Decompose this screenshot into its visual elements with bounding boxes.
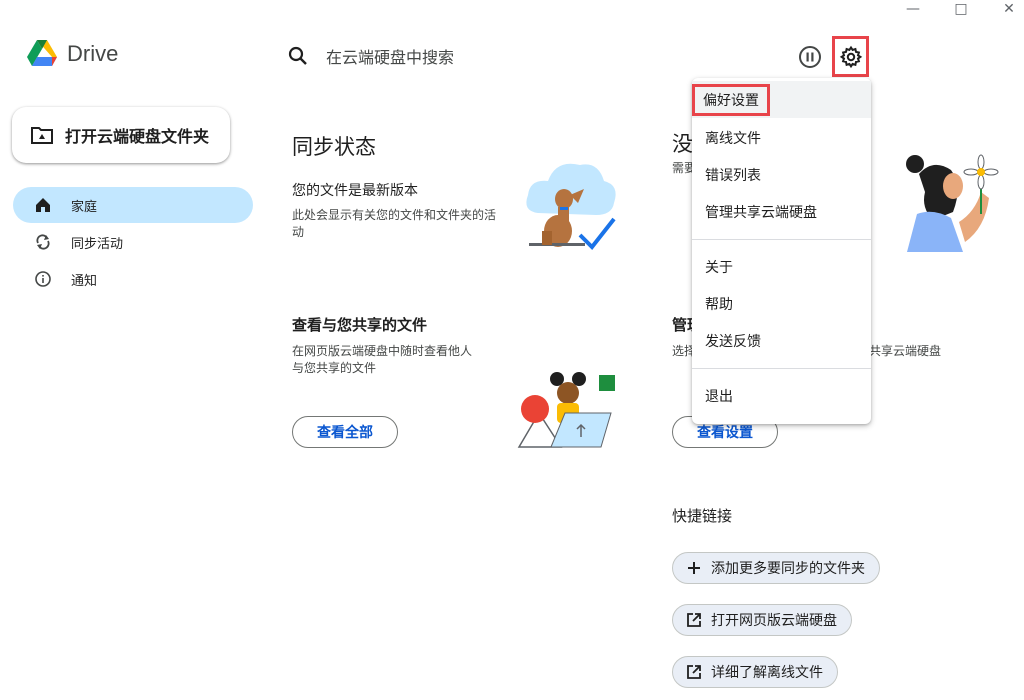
home-icon	[36, 198, 50, 212]
menu-item-label: 管理共享云端硬盘	[705, 204, 817, 221]
menu-item-label: 离线文件	[705, 130, 761, 147]
pause-sync-button[interactable]	[797, 44, 823, 70]
quick-links-heading: 快捷链接	[672, 507, 733, 525]
menu-item-label: 发送反馈	[705, 333, 761, 350]
menu-item-label: 帮助	[705, 296, 733, 313]
sync-status-title: 您的文件是最新版本	[292, 183, 418, 199]
shared-files-desc-2: 与您共享的文件	[292, 361, 377, 375]
menu-item-error-list[interactable]: 错误列表	[692, 156, 871, 193]
sync-status-heading: 同步状态	[292, 135, 376, 159]
menu-item-manage-shared-drives[interactable]: 管理共享云端硬盘	[692, 193, 871, 230]
open-drive-folder-label: 打开云端硬盘文件夹	[65, 127, 210, 146]
search-bar[interactable]: 在云端硬盘中搜索	[288, 44, 454, 68]
drive-logo-icon	[27, 40, 57, 66]
open-drive-folder-button[interactable]: 打开云端硬盘文件夹	[12, 107, 230, 163]
folder-drive-icon	[31, 127, 53, 144]
sidebar-item-label: 同步活动	[71, 236, 124, 252]
maximize-button[interactable]: □	[946, 0, 976, 18]
sidebar-item-notifications[interactable]: 通知	[13, 261, 253, 297]
minimize-button[interactable]: —	[898, 0, 928, 18]
settings-menu: 偏好设置 离线文件 错误列表 管理共享云端硬盘 关于 帮助 发送反馈 退出	[692, 78, 871, 424]
close-button[interactable]: ✕	[994, 0, 1024, 18]
sync-status-desc-1: 此处会显示有关您的文件和文件夹的活	[292, 208, 497, 222]
quick-link-learn-offline[interactable]: 详细了解离线文件	[672, 656, 838, 688]
menu-item-send-feedback[interactable]: 发送反馈	[692, 322, 871, 359]
gear-icon	[839, 45, 862, 68]
menu-item-preferences[interactable]: 偏好设置	[692, 81, 871, 118]
pause-icon	[799, 46, 821, 68]
quick-link-label: 详细了解离线文件	[711, 665, 823, 681]
app-name: Drive	[67, 40, 119, 66]
menu-item-label: 错误列表	[705, 167, 761, 184]
settings-button[interactable]	[832, 36, 869, 77]
shared-files-desc-1: 在网页版云端硬盘中随时查看他人	[292, 344, 473, 358]
quick-link-open-web-drive[interactable]: 打开网页版云端硬盘	[672, 604, 852, 636]
dog-illustration	[526, 163, 616, 251]
search-icon	[288, 46, 307, 65]
plus-icon	[688, 562, 700, 574]
search-input[interactable]: 在云端硬盘中搜索	[326, 44, 454, 68]
sidebar-item-label: 家庭	[71, 199, 98, 215]
sync-icon	[36, 234, 50, 250]
sidebar-item-sync-activity[interactable]: 同步活动	[13, 224, 253, 260]
info-icon	[35, 271, 51, 287]
manage-card-desc-right: 共享云端硬盘	[869, 344, 942, 358]
menu-item-offline-files[interactable]: 离线文件	[692, 119, 871, 156]
menu-item-label: 偏好设置	[692, 83, 770, 116]
menu-item-help[interactable]: 帮助	[692, 285, 871, 322]
menu-item-label: 关于	[705, 259, 733, 276]
quick-link-label: 添加更多要同步的文件夹	[711, 561, 865, 577]
app-logo: Drive	[27, 40, 118, 67]
quick-link-add-folders[interactable]: 添加更多要同步的文件夹	[672, 552, 880, 584]
menu-divider	[692, 368, 871, 369]
menu-item-quit[interactable]: 退出	[692, 377, 871, 414]
person-laptop-illustration	[517, 372, 615, 448]
quick-link-label: 打开网页版云端硬盘	[711, 613, 837, 629]
menu-divider	[692, 239, 871, 240]
view-all-button[interactable]: 查看全部	[292, 416, 398, 448]
sidebar-item-home[interactable]: 家庭	[13, 187, 253, 223]
woman-flower-illustration	[906, 154, 999, 252]
open-external-icon	[687, 665, 701, 679]
sync-status-desc-2: 动	[292, 225, 305, 239]
menu-item-label: 退出	[705, 388, 733, 405]
shared-files-title: 查看与您共享的文件	[292, 316, 428, 334]
menu-item-about[interactable]: 关于	[692, 248, 871, 285]
sidebar-item-label: 通知	[71, 273, 98, 289]
open-external-icon	[687, 613, 701, 627]
